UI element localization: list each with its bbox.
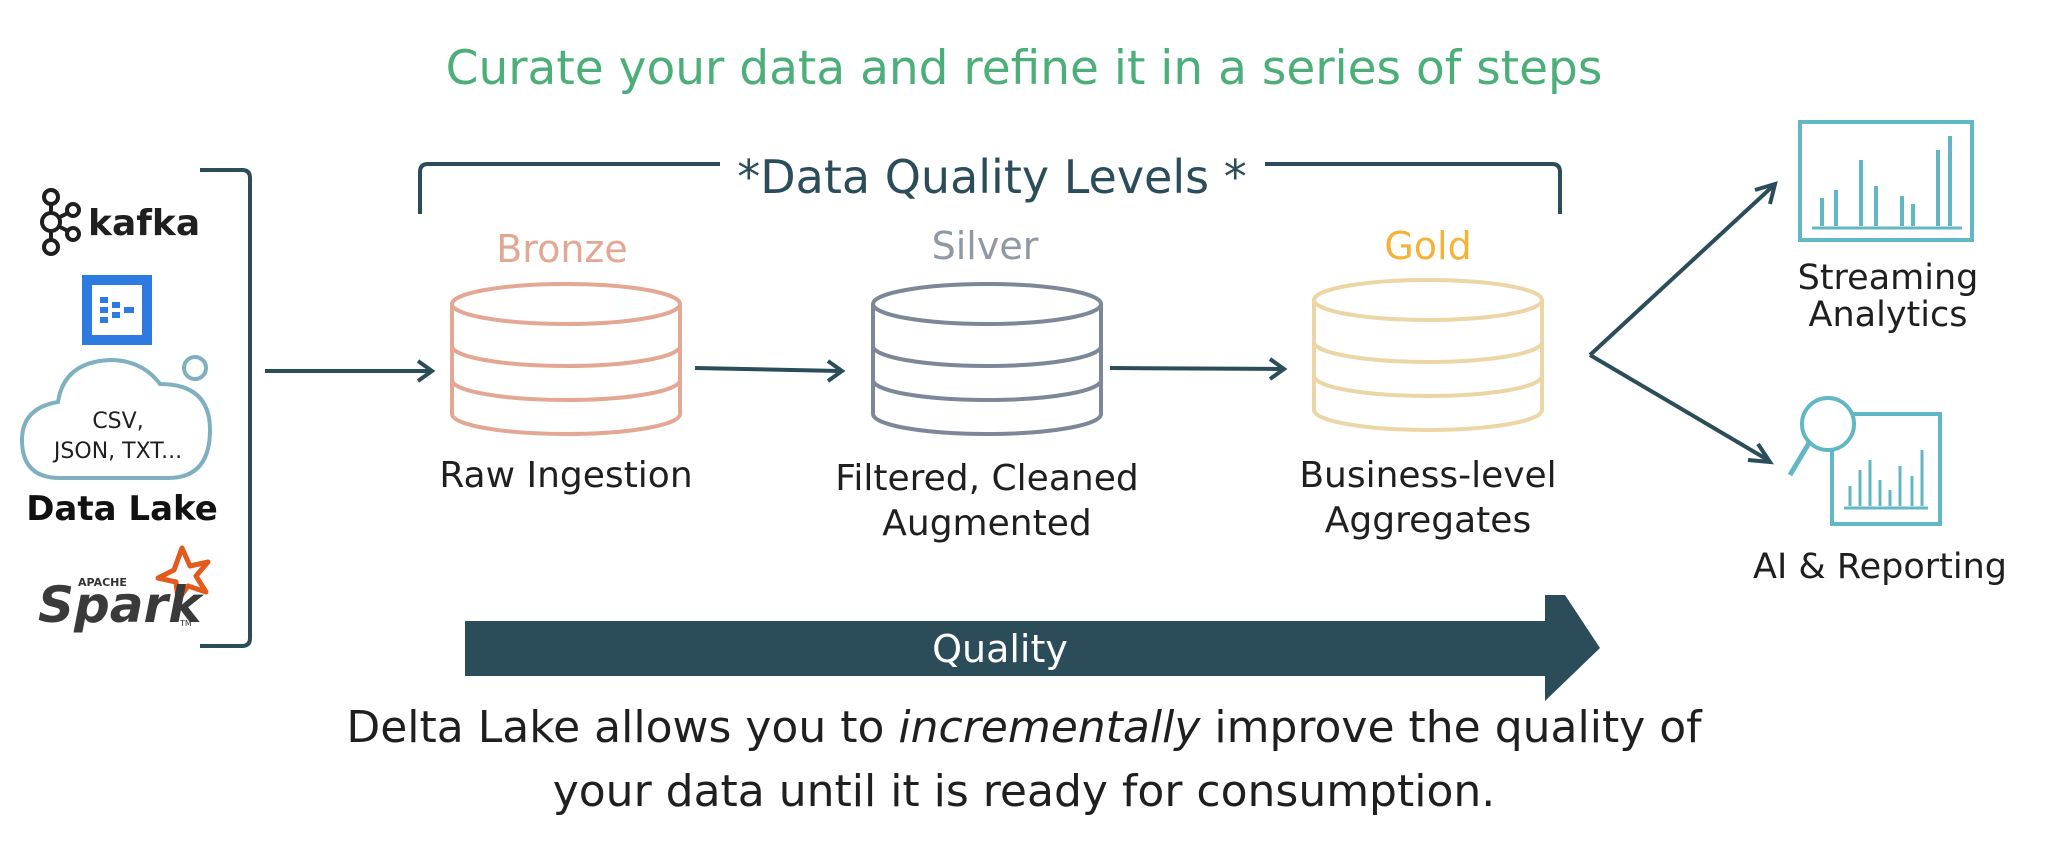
cloud-file-types-line2: JSON, TXT...: [52, 439, 182, 464]
cloud-file-types-line1: CSV,: [92, 409, 143, 434]
footer-line1-emphasis: incrementally: [898, 702, 1201, 753]
stage-bronze-desc: Raw Ingestion: [439, 455, 692, 496]
delta-lake-diagram: Curate your data and refine it in a seri…: [19, 41, 2007, 817]
streaming-analytics-icon: [1798, 120, 1974, 242]
spark-tm-label: TM: [179, 619, 192, 628]
stage-gold-desc-line1: Business-level: [1299, 455, 1556, 496]
footer-line1: Delta Lake allows you to incrementally i…: [346, 702, 1703, 753]
stage-gold-desc-line2: Aggregates: [1325, 500, 1531, 541]
diagram-title: Curate your data and refine it in a seri…: [446, 41, 1603, 96]
ai-reporting-label: AI & Reporting: [1753, 547, 2007, 587]
ai-reporting-icon: [1787, 396, 1942, 526]
footer-line1-before: Delta Lake allows you to: [346, 702, 898, 753]
stage-silver-desc-line2: Augmented: [882, 503, 1091, 544]
spark-logo: APACHE Spark TM: [38, 545, 211, 634]
stage-bronze-label: Bronze: [496, 227, 628, 271]
bronze-database-icon: [450, 282, 682, 436]
streaming-analytics-line2: Analytics: [1809, 295, 1968, 335]
stage-silver-desc-line1: Filtered, Cleaned: [835, 458, 1138, 499]
stage-silver-label: Silver: [932, 224, 1039, 268]
cloud-storage-icon: CSV, JSON, TXT...: [19, 355, 213, 480]
event-hubs-icon: [82, 275, 152, 345]
kafka-logo: kafka: [40, 188, 200, 256]
stage-gold-label: Gold: [1384, 224, 1471, 268]
kafka-label: kafka: [88, 203, 200, 244]
footer-line1-after: improve the quality of: [1200, 702, 1703, 753]
data-lake-label: Data Lake: [26, 489, 218, 529]
streaming-analytics-line1: Streaming: [1798, 258, 1979, 298]
quality-levels-label: *Data Quality Levels *: [737, 150, 1246, 204]
kafka-icon: [40, 188, 81, 256]
footer-line2: your data until it is ready for consumpt…: [553, 766, 1496, 817]
gold-database-icon: [1312, 278, 1544, 432]
silver-database-icon: [871, 282, 1103, 436]
quality-arrow-label: Quality: [932, 627, 1068, 671]
